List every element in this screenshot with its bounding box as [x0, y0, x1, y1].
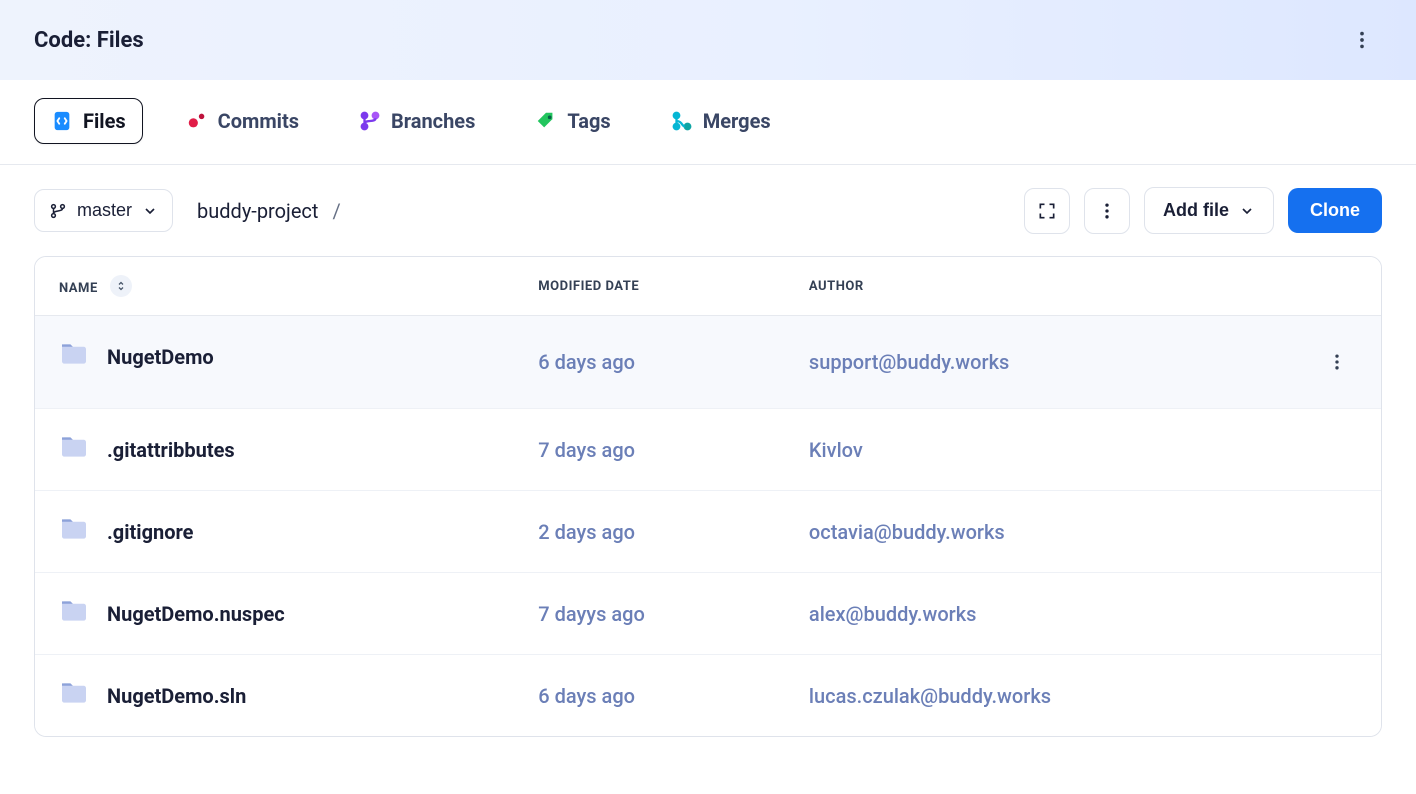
- breadcrumb: buddy-project /: [197, 199, 341, 223]
- chevron-down-icon: [142, 203, 158, 219]
- table-row[interactable]: NugetDemo.nuspec 7 dayys ago alex@buddy.…: [35, 573, 1381, 655]
- col-name-label: NAME: [59, 281, 98, 296]
- tab-commits-label: Commits: [218, 109, 299, 133]
- folder-icon: [59, 517, 89, 546]
- file-modified: 6 days ago: [514, 316, 785, 409]
- col-name[interactable]: NAME: [35, 257, 514, 316]
- code-tabs: Files Commits Branches Tags Merges: [0, 80, 1416, 165]
- tab-branches-label: Branches: [391, 109, 475, 133]
- tab-tags[interactable]: Tags: [518, 98, 627, 144]
- more-vertical-icon: [1097, 201, 1117, 221]
- clone-button[interactable]: Clone: [1288, 188, 1382, 233]
- add-file-button[interactable]: Add file: [1144, 187, 1274, 234]
- tab-files[interactable]: Files: [34, 98, 143, 144]
- file-name: .gitignore: [107, 520, 193, 544]
- folder-icon: [59, 599, 89, 628]
- file-author: octavia@buddy.works: [785, 491, 1293, 573]
- table-row[interactable]: .gitattribbutes 7 days ago Kivlov: [35, 409, 1381, 491]
- page-title: Code: Files: [34, 28, 144, 53]
- table-row[interactable]: .gitignore 2 days ago octavia@buddy.work…: [35, 491, 1381, 573]
- tab-branches[interactable]: Branches: [342, 98, 492, 144]
- tab-files-label: Files: [83, 109, 126, 133]
- chevron-down-icon: [1239, 203, 1255, 219]
- add-file-label: Add file: [1163, 200, 1229, 221]
- more-vertical-icon: [1351, 29, 1373, 51]
- tab-tags-label: Tags: [567, 109, 610, 133]
- folder-icon: [59, 435, 89, 464]
- file-name: .gitattribbutes: [107, 438, 235, 462]
- branch-selector[interactable]: master: [34, 189, 173, 232]
- fullscreen-icon: [1037, 201, 1057, 221]
- fullscreen-button[interactable]: [1024, 188, 1070, 234]
- merges-icon: [671, 110, 693, 132]
- toolbar-more-button[interactable]: [1084, 188, 1130, 234]
- file-modified: 7 days ago: [514, 409, 785, 491]
- row-more-button[interactable]: [1317, 342, 1357, 382]
- breadcrumb-sep: /: [332, 199, 340, 223]
- more-vertical-icon: [1327, 352, 1347, 372]
- file-modified: 7 dayys ago: [514, 573, 785, 655]
- file-name: NugetDemo.nuspec: [107, 602, 285, 626]
- table-row[interactable]: NugetDemo 6 days ago support@buddy.works: [35, 316, 1381, 409]
- tab-merges[interactable]: Merges: [654, 98, 788, 144]
- col-modified-label: MODIFIED DATE: [538, 279, 639, 294]
- col-modified[interactable]: MODIFIED DATE: [514, 257, 785, 316]
- file-author: alex@buddy.works: [785, 573, 1293, 655]
- file-name: NugetDemo.sln: [107, 684, 246, 708]
- file-name: NugetDemo: [107, 345, 214, 369]
- file-modified: 2 days ago: [514, 491, 785, 573]
- file-icon: [51, 110, 73, 132]
- breadcrumb-root[interactable]: buddy-project: [197, 199, 318, 223]
- files-toolbar: master buddy-project / Add file Clone: [0, 165, 1416, 234]
- tab-merges-label: Merges: [703, 109, 771, 133]
- clone-label: Clone: [1310, 200, 1360, 220]
- file-author: Kivlov: [785, 409, 1293, 491]
- files-table: NAME MODIFIED DATE AUTHOR NugetDemo 6 da…: [34, 256, 1382, 737]
- col-author[interactable]: AUTHOR: [785, 257, 1293, 316]
- tags-icon: [535, 110, 557, 132]
- folder-icon: [59, 681, 89, 710]
- table-row[interactable]: NugetDemo.sln 6 days ago lucas.czulak@bu…: [35, 655, 1381, 737]
- page-header: Code: Files: [0, 0, 1416, 80]
- file-author: support@buddy.works: [785, 316, 1293, 409]
- col-author-label: AUTHOR: [809, 279, 864, 294]
- tab-commits[interactable]: Commits: [169, 98, 316, 144]
- branch-icon: [49, 202, 67, 220]
- branch-label: master: [77, 200, 132, 221]
- branches-icon: [359, 110, 381, 132]
- file-modified: 6 days ago: [514, 655, 785, 737]
- sort-indicator[interactable]: [110, 275, 132, 297]
- folder-icon: [59, 342, 89, 371]
- sort-icon: [115, 280, 127, 292]
- file-author: lucas.czulak@buddy.works: [785, 655, 1293, 737]
- commits-icon: [186, 110, 208, 132]
- header-more-button[interactable]: [1342, 20, 1382, 60]
